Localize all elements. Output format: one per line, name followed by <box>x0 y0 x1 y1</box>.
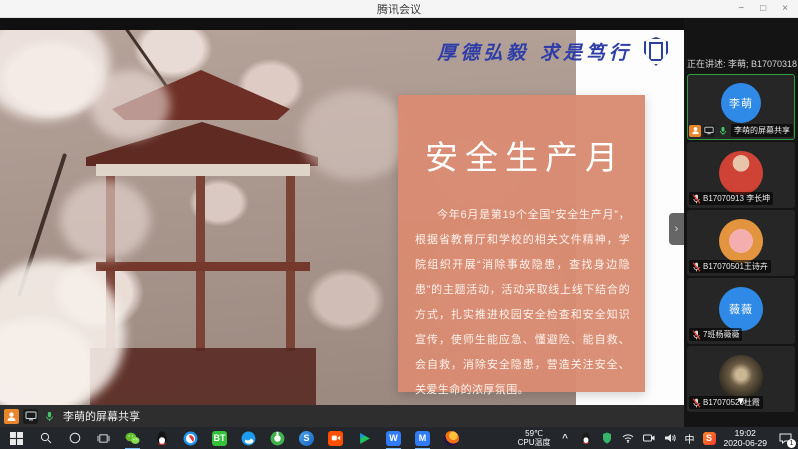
slide-body-text: 今年6月是第19个全国“安全生产月”，根据省教育厅和学校的相关文件精神，学院组织… <box>415 203 630 403</box>
volume-tray-icon[interactable] <box>664 432 677 445</box>
avatar-initials: 李萌 <box>729 95 753 111</box>
mic-muted-icon <box>692 194 701 204</box>
chevron-up-icon: ^ <box>562 433 568 444</box>
sogou-browser-label: S <box>303 433 309 443</box>
mooc-app-icon[interactable]: M <box>414 430 431 447</box>
meeting-main-area: 厚德弘毅 求是笃行 安全生产月 今年6月是第19个全国“安全生产月”，根据省教育… <box>0 18 798 427</box>
start-button[interactable] <box>8 430 25 447</box>
notification-badge: 1 <box>787 439 796 448</box>
avatar-photo <box>719 219 763 263</box>
avatar-initials: 薇薇 <box>729 301 753 317</box>
mic-muted-icon <box>692 330 701 340</box>
screen-share-icon <box>23 409 38 424</box>
qq-tray-icon[interactable] <box>580 432 593 445</box>
participants-sidebar: 正在讲述: 李萌; B17070318-杨... 李萌 <box>684 18 798 427</box>
clock-widget[interactable]: 19:02 2020-06-29 <box>724 428 767 448</box>
participant-tile[interactable]: B17070913 李长坤 <box>687 142 795 208</box>
participant-name: B17070913 李长坤 <box>703 193 770 204</box>
wps-app-icon[interactable]: W <box>385 430 402 447</box>
wechat-app-icon[interactable] <box>124 430 141 447</box>
sogou-ime-icon[interactable]: S <box>703 432 716 445</box>
cortana-icon[interactable] <box>66 430 83 447</box>
window-title: 腾讯会议 <box>377 1 421 17</box>
participant-name: B17070501王诗卉 <box>703 261 768 272</box>
sogou-browser-app-icon[interactable]: S <box>298 430 315 447</box>
maximize-button[interactable]: □ <box>760 0 766 18</box>
cpu-temp-widget[interactable]: 59℃ CPU温度 <box>518 429 551 447</box>
chevron-down-icon: ▼ <box>736 396 746 407</box>
bt-app-label: BT <box>214 433 226 443</box>
clock-date: 2020-06-29 <box>724 438 767 448</box>
cpu-temp-label: CPU温度 <box>518 438 551 447</box>
school-badge-icon <box>644 37 668 66</box>
security-shield-tray-icon[interactable] <box>601 432 614 445</box>
mic-muted-icon <box>692 262 701 272</box>
slide-title: 安全生产月 <box>398 131 645 179</box>
more-participants-button[interactable]: ▼ <box>684 396 798 407</box>
minimize-button[interactable]: − <box>738 0 744 18</box>
close-button[interactable]: × <box>782 0 788 18</box>
sidebar-collapse-tab[interactable]: › <box>669 213 684 245</box>
chevron-right-icon: › <box>675 223 679 235</box>
video-player-app-icon[interactable] <box>356 430 373 447</box>
clock-time: 19:02 <box>724 428 767 438</box>
tile-label: 李萌的屏幕共享 <box>689 124 793 137</box>
mic-on-icon <box>717 125 729 137</box>
media-player-app-icon[interactable] <box>182 430 199 447</box>
qq-app-icon[interactable] <box>153 430 170 447</box>
screen: 腾讯会议 − □ × <box>0 0 798 449</box>
pavilion-railing <box>96 262 310 271</box>
share-status-label: 李萌的屏幕共享 <box>63 408 140 424</box>
cpu-temp-value: 59℃ <box>518 429 551 438</box>
speaking-banner: 正在讲述: 李萌; B17070318-杨... <box>687 57 797 71</box>
participant-name: 李萌的屏幕共享 <box>734 125 790 136</box>
school-motto-calligraphy: 厚德弘毅 求是笃行 <box>437 38 632 65</box>
360-security-app-icon[interactable] <box>269 430 286 447</box>
search-icon[interactable] <box>37 430 54 447</box>
window-titlebar: 腾讯会议 − □ × <box>0 0 798 18</box>
system-tray: 59℃ CPU温度 ^ 中 S <box>518 428 792 448</box>
pavilion-base <box>90 348 316 405</box>
network-tray-icon[interactable] <box>622 432 635 445</box>
avatar-photo <box>719 355 763 399</box>
firefox-app-icon[interactable] <box>443 430 460 447</box>
participant-name: 7班杨薇薇 <box>703 329 739 340</box>
participant-tile-limeng[interactable]: 李萌 李萌的屏幕共享 <box>687 74 795 140</box>
bt-app-icon[interactable]: BT <box>211 430 228 447</box>
participant-tiles: 李萌 李萌的屏幕共享 <box>687 74 795 414</box>
wps-app-label: W <box>389 433 398 443</box>
tray-expand-button[interactable]: ^ <box>559 432 572 445</box>
screen-share-view: 厚德弘毅 求是笃行 安全生产月 今年6月是第19个全国“安全生产月”，根据省教育… <box>0 30 684 405</box>
windows-taskbar: BT S W M 59℃ <box>0 427 798 449</box>
kuaishou-app-icon[interactable] <box>327 430 344 447</box>
presenter-icon <box>4 409 19 424</box>
participant-tile[interactable]: 薇薇 7班杨薇薇 <box>687 278 795 344</box>
task-view-icon[interactable] <box>95 430 112 447</box>
screen-share-icon <box>703 125 715 137</box>
sogou-ime-label: S <box>706 433 712 443</box>
qq-browser-app-icon[interactable] <box>240 430 257 447</box>
camera-tray-icon[interactable] <box>643 432 656 445</box>
avatar-photo <box>719 151 763 195</box>
ime-language-indicator[interactable]: 中 <box>685 431 695 446</box>
pavilion-eave <box>96 164 310 176</box>
avatar: 李萌 <box>721 83 761 123</box>
avatar: 薇薇 <box>719 287 763 331</box>
presenter-icon <box>689 125 701 137</box>
notification-center-button[interactable]: 1 <box>779 432 792 445</box>
mooc-app-label: M <box>419 433 427 443</box>
participant-tile[interactable]: B17070501王诗卉 <box>687 210 795 276</box>
share-status-bar: 李萌的屏幕共享 <box>0 405 684 427</box>
slide-text-panel: 安全生产月 今年6月是第19个全国“安全生产月”，根据省教育厅和学校的相关文件精… <box>398 95 645 392</box>
mic-on-icon <box>42 409 57 424</box>
